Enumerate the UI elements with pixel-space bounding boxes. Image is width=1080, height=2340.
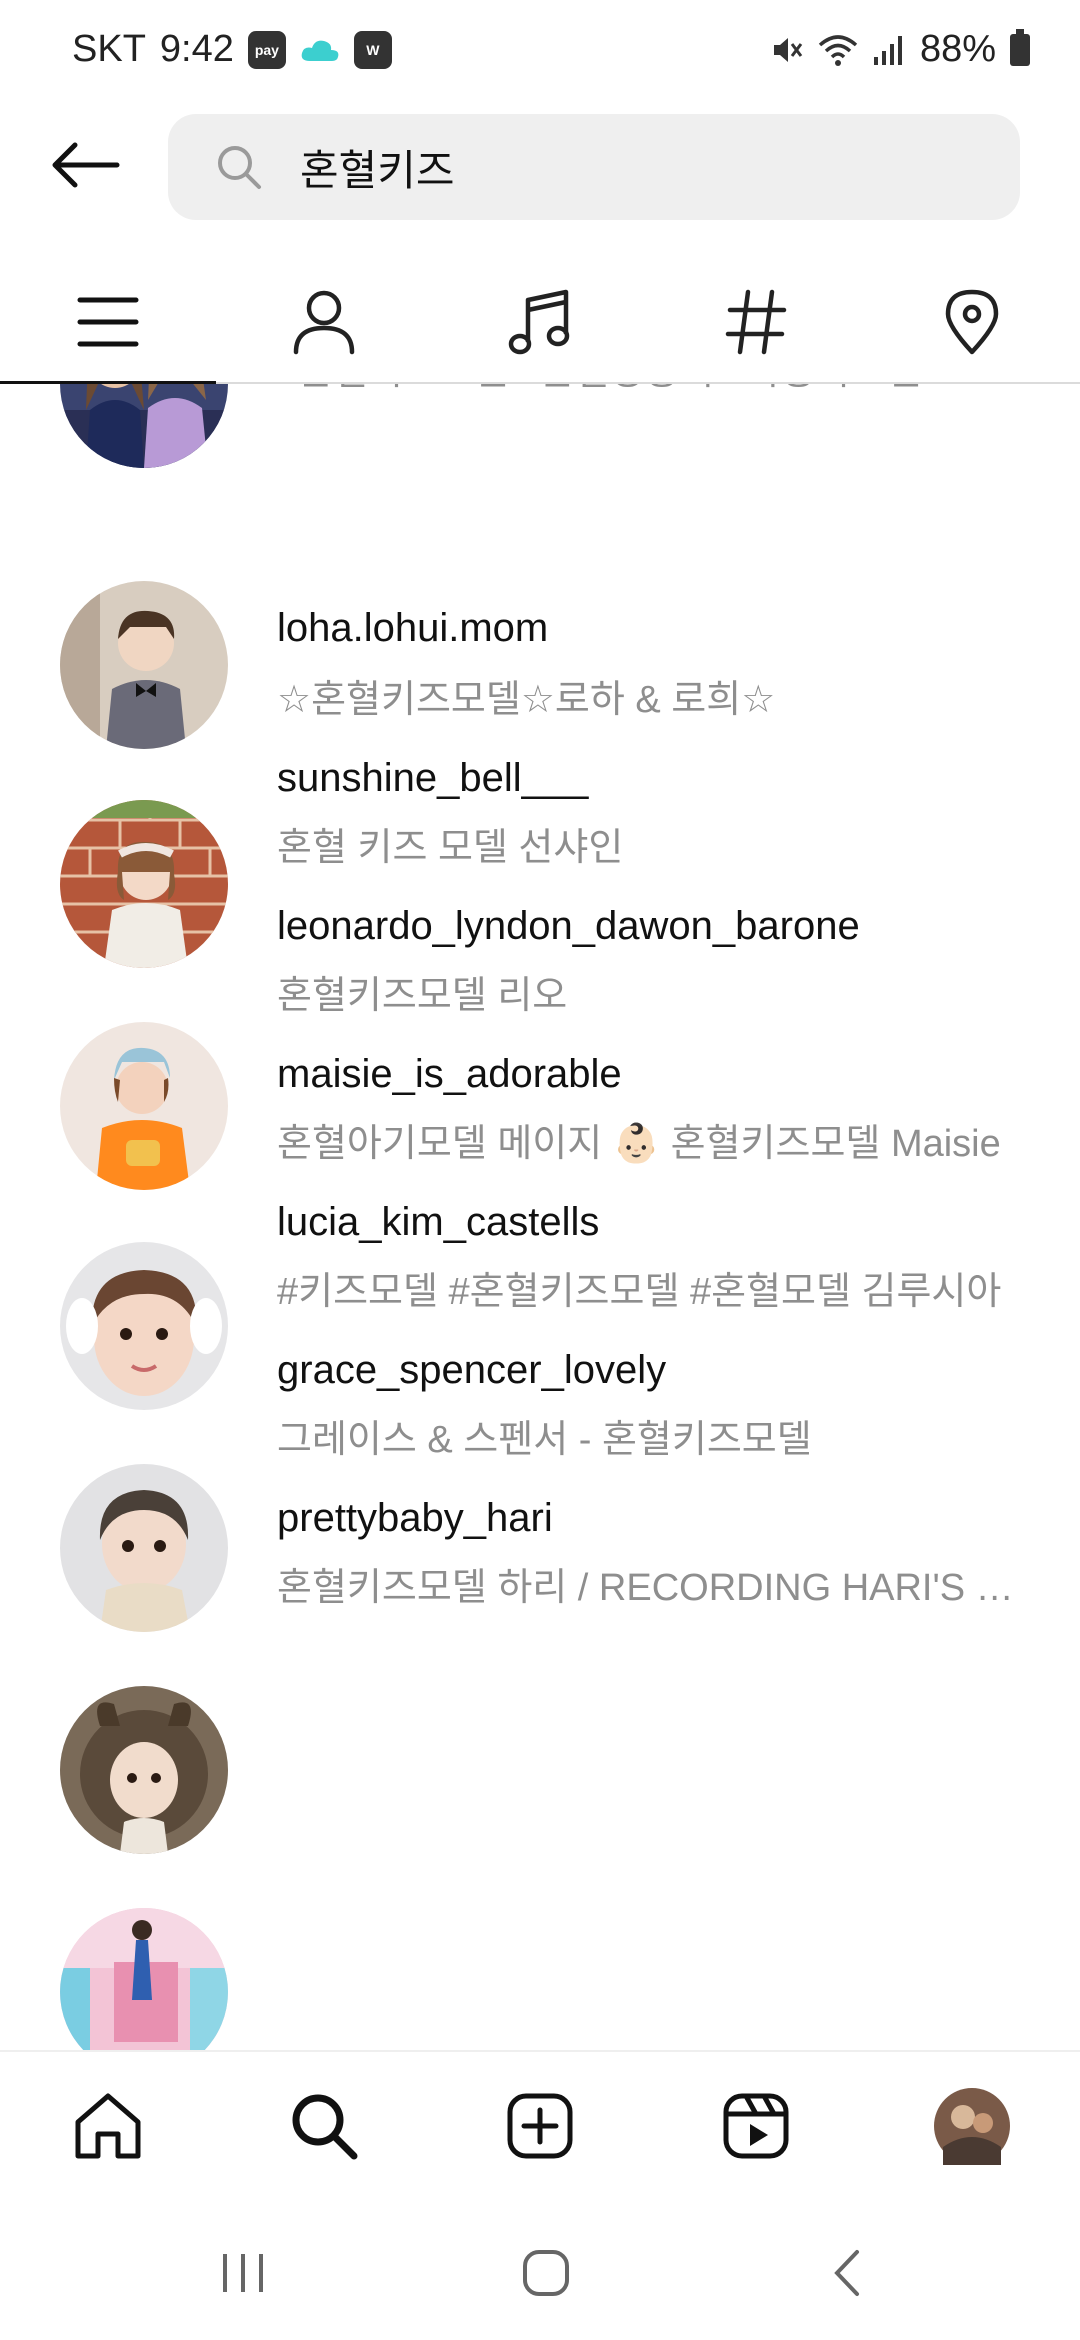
signal-icon: [873, 35, 902, 65]
recent-apps-icon: [223, 2254, 263, 2292]
tab-top[interactable]: [0, 262, 216, 384]
result-username: lucia_kim_castells: [277, 1200, 600, 1244]
profile-avatar: [934, 2088, 1010, 2165]
create-post-icon: [507, 2093, 573, 2159]
person-icon: [293, 290, 355, 355]
wifi-icon: [818, 34, 858, 66]
home-icon: [75, 2093, 141, 2159]
system-navigation: [0, 2198, 1080, 2340]
back-button[interactable]: [40, 130, 130, 200]
bottom-navigation: [0, 2050, 1080, 2200]
nav-home[interactable]: [68, 2086, 148, 2166]
menu-icon: [77, 297, 139, 347]
cloud-icon: [301, 40, 339, 61]
search-results-list: brooke_grace_mom #혼혈키즈모델 #혼혈쌍둥이 #아동복모델 #…: [0, 384, 1080, 2050]
tab-audio[interactable]: [432, 262, 648, 382]
pay-app-badge: pay: [247, 30, 286, 69]
result-username: grace_spencer_lovely: [277, 1348, 667, 1392]
result-subtitle: 혼혈키즈모델 하리 / RECORDING HARI'S DAILY LIFE: [277, 1567, 1022, 1609]
result-username: prettybaby_hari: [277, 1496, 553, 1540]
recent-apps-button[interactable]: [204, 2238, 284, 2308]
result-subtitle: 혼혈아기모델 메이지 👶🏻 혼혈키즈모델 Maisie: [277, 1123, 1001, 1165]
result-subtitle: 그레이스 & 스펜서 - 혼혈키즈모델: [277, 1419, 812, 1461]
result-row[interactable]: [0, 534, 1080, 968]
result-subtitle: #키즈모델 #혼혈키즈모델 #혼혈모델 김루시아: [277, 1271, 1002, 1313]
result-row[interactable]: [0, 1642, 1080, 2050]
result-username: maisie_is_adorable: [277, 1052, 622, 1096]
tab-accounts[interactable]: [216, 262, 432, 382]
search-tabs: [0, 262, 1080, 384]
back-arrow-icon: [52, 142, 120, 188]
music-note-icon: [508, 289, 570, 355]
search-icon: [218, 146, 261, 189]
mute-icon: [773, 37, 803, 62]
search-header: [0, 110, 1080, 220]
hashtag-icon: [725, 289, 787, 355]
system-back-button[interactable]: [808, 2238, 888, 2308]
nav-profile[interactable]: [932, 2086, 1012, 2166]
search-icon: [292, 2094, 358, 2160]
tab-places[interactable]: [864, 262, 1080, 382]
system-home-button[interactable]: [506, 2238, 586, 2308]
tab-tags[interactable]: [648, 262, 864, 382]
reels-icon: [723, 2093, 789, 2159]
back-chevron-icon: [834, 2250, 859, 2296]
result-username: leonardo_lyndon_dawon_barone: [277, 904, 860, 948]
battery-icon: [1010, 28, 1030, 66]
search-bar[interactable]: [168, 114, 1020, 220]
nav-search[interactable]: [284, 2086, 364, 2166]
home-circle-icon: [523, 2250, 569, 2296]
nav-create[interactable]: [500, 2086, 580, 2166]
w-app-badge: W: [353, 30, 392, 69]
location-pin-icon: [945, 289, 999, 355]
avatar: [60, 1908, 228, 2050]
carrier-label: SKT: [72, 28, 146, 70]
clock: 9:42: [159, 28, 234, 70]
battery-percent: 88%: [919, 28, 996, 70]
search-input[interactable]: [298, 142, 902, 192]
nav-reels[interactable]: [716, 2086, 796, 2166]
status-bar: SKT 9:42 pay W 88%: [0, 0, 1080, 100]
